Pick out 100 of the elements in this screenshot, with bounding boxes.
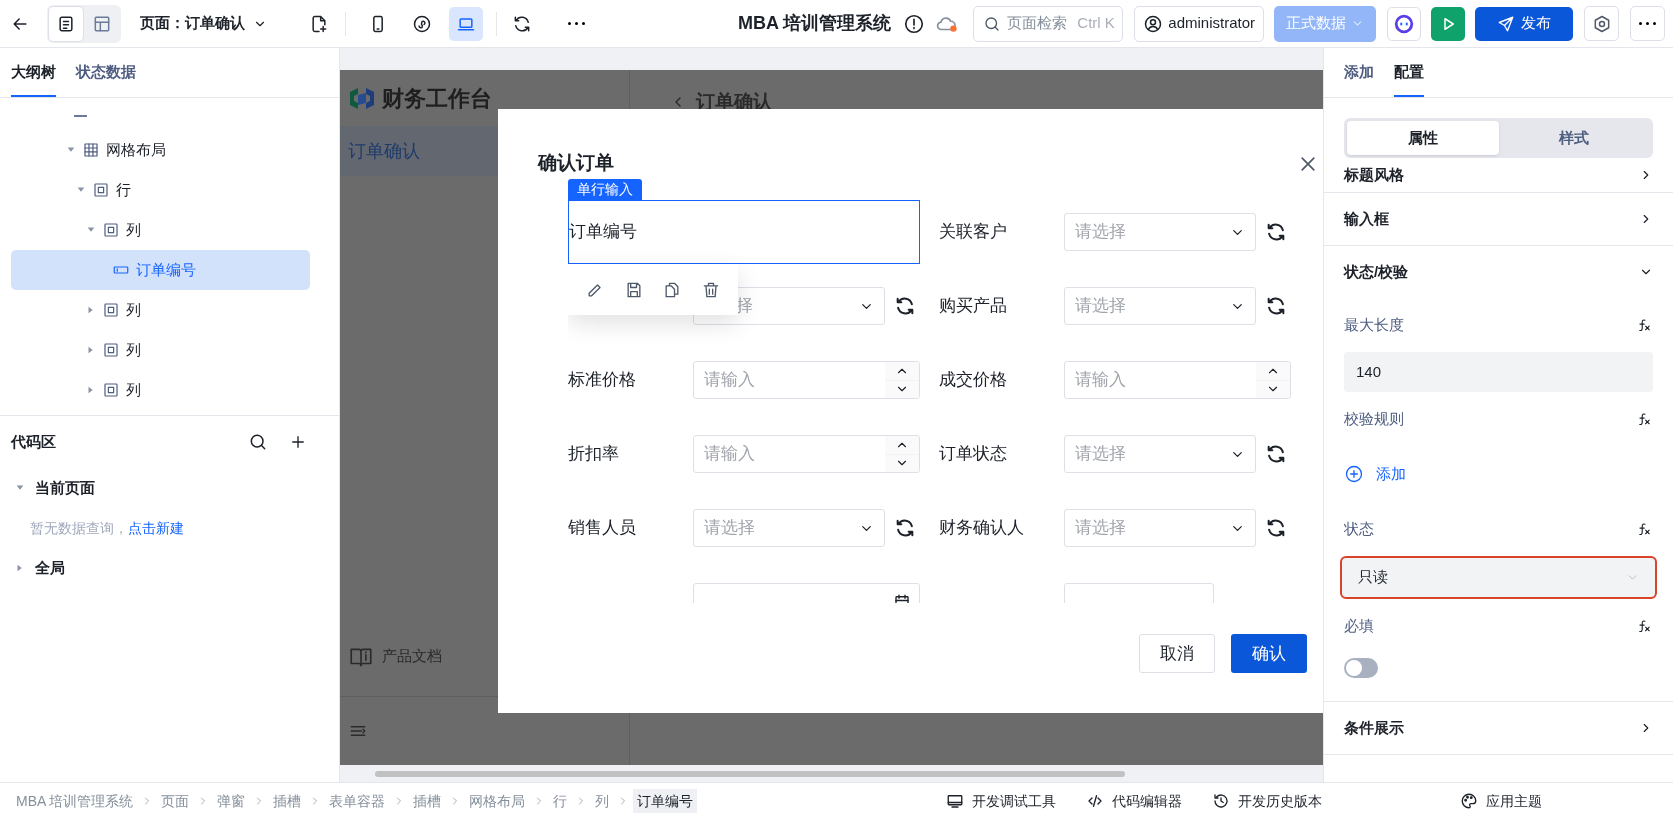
container-icon [102, 221, 120, 239]
refresh-icon [894, 295, 916, 317]
section-header[interactable]: 条件展示 [1324, 702, 1673, 754]
tool-button[interactable]: 应用主题 [1460, 790, 1542, 812]
more-button[interactable] [1630, 6, 1666, 41]
info-icon [903, 12, 926, 35]
breadcrumb-item[interactable]: 表单容器 [325, 789, 390, 813]
empty-message: 暂无数据查询，点击新建 [30, 518, 184, 538]
tree-item[interactable]: 列 [11, 370, 310, 410]
app-logo-text: 财务工作台 [382, 84, 492, 113]
container-icon [102, 301, 120, 319]
segment-tab[interactable]: 样式 [1498, 121, 1650, 155]
breadcrumb-item[interactable]: 列 [591, 789, 614, 813]
refresh-icon [1265, 517, 1287, 539]
tool-button[interactable]: 开发历史版本 [1212, 790, 1322, 812]
increment-button[interactable] [885, 436, 919, 454]
tool-button[interactable]: 代码编辑器 [1086, 790, 1182, 812]
state-select[interactable]: 只读 [1340, 556, 1657, 599]
cancel-button[interactable]: 取消 [1139, 634, 1215, 673]
send-icon [1497, 14, 1516, 33]
container-icon [92, 181, 110, 199]
view-mode-button[interactable] [48, 5, 84, 42]
panel-tab[interactable]: 配置 [1394, 60, 1424, 97]
refresh-icon [1265, 295, 1287, 317]
breadcrumb-item[interactable]: 订单编号 [633, 789, 698, 813]
panel-tab[interactable]: 状态数据 [76, 60, 136, 97]
breadcrumb-item[interactable]: 弹窗 [213, 789, 250, 813]
more-icon [567, 22, 585, 25]
modal-title: 确认订单 [538, 151, 614, 175]
settings-button[interactable] [1584, 6, 1620, 41]
field-label: 成交价格 [939, 370, 1007, 390]
history-icon [1212, 792, 1230, 810]
section-header[interactable]: 状态/校验 [1324, 246, 1673, 298]
container-icon [102, 381, 120, 399]
breadcrumb-item[interactable]: 页面 [157, 789, 194, 813]
decrement-button[interactable] [1256, 380, 1290, 398]
plus-icon [289, 433, 307, 451]
tree-item[interactable]: 网格布局 [11, 130, 310, 170]
code-group[interactable]: 全局 [0, 548, 339, 588]
segment-tab[interactable]: 属性 [1347, 121, 1499, 155]
property-label: 最大长度 [1344, 314, 1404, 335]
tree-item[interactable]: 列 [11, 330, 310, 370]
confirm-button[interactable]: 确认 [1231, 634, 1307, 673]
panel-tab[interactable]: 大纲树 [11, 60, 56, 97]
decrement-button[interactable] [885, 380, 919, 398]
assistant-button[interactable] [1387, 6, 1422, 41]
selected-field[interactable]: 订单编号 [568, 200, 920, 264]
grid-icon [82, 141, 100, 159]
toggle-switch[interactable] [1344, 658, 1378, 678]
code-group[interactable]: 当前页面 [0, 468, 339, 508]
user-button[interactable]: administrator [1134, 5, 1265, 42]
tree-item[interactable]: 行 [11, 170, 310, 210]
tree-item[interactable]: 列 [11, 210, 310, 250]
container-icon [102, 341, 120, 359]
field-label: 关联客户 [939, 222, 1007, 242]
increment-button[interactable] [885, 362, 919, 380]
breadcrumb-item[interactable]: 网格布局 [465, 789, 530, 813]
max-length-field[interactable]: 140 [1344, 352, 1653, 392]
breadcrumb-item[interactable]: 插槽 [269, 789, 306, 813]
scrollbar-thumb[interactable] [375, 771, 1125, 777]
breadcrumb-item[interactable]: MBA 培训管理系统 [12, 789, 138, 813]
field-label: 购买产品 [939, 296, 1007, 316]
field-label: 财务确认人 [939, 518, 1024, 538]
field-label: 订单状态 [939, 444, 1007, 464]
robot-icon [1393, 12, 1416, 35]
field-label: 折扣率 [568, 444, 619, 464]
field-label: 标准价格 [568, 370, 636, 390]
breadcrumb-item[interactable]: 插槽 [409, 789, 446, 813]
more-icon [1639, 22, 1657, 25]
search-icon [248, 432, 268, 452]
preview-button[interactable] [1431, 6, 1466, 41]
property-label: 必填 [1344, 615, 1374, 636]
create-link[interactable]: 点击新建 [128, 519, 184, 536]
code-icon [1086, 792, 1104, 810]
decrement-button[interactable] [885, 454, 919, 472]
mini-program-icon [412, 13, 432, 34]
plus-circle-icon [1344, 464, 1364, 484]
increment-button[interactable] [1256, 362, 1290, 380]
breadcrumb-item[interactable]: 行 [549, 789, 572, 813]
user-icon [1143, 13, 1164, 34]
add-rule-link[interactable]: 添加 [1344, 462, 1406, 486]
section-header[interactable]: 标题风格 [1324, 158, 1673, 192]
refresh-icon [1265, 221, 1287, 243]
tree-item[interactable]: 列 [11, 290, 310, 330]
tool-button[interactable]: 开发调试工具 [946, 790, 1056, 812]
logo-icon [348, 86, 376, 110]
refresh-icon [512, 13, 532, 34]
page-search-field[interactable]: 页面检索 Ctrl K [973, 5, 1124, 42]
panel-tab[interactable]: 添加 [1344, 60, 1374, 97]
publish-button[interactable]: 发布 [1475, 6, 1574, 41]
property-label: 校验规则 [1344, 408, 1404, 429]
component-tag: 单行输入 [568, 179, 642, 200]
page-selector[interactable]: 页面：订单确认 [140, 12, 267, 35]
file-plus-icon [309, 13, 329, 34]
tree-item[interactable]: 订单编号 [11, 250, 310, 290]
app-title: MBA 培训管理系统 [738, 12, 892, 35]
field-label: 销售人员 [568, 518, 636, 538]
refresh-icon [1265, 443, 1287, 465]
section-header[interactable]: 输入框 [1324, 193, 1673, 245]
monitor-icon [946, 792, 964, 810]
